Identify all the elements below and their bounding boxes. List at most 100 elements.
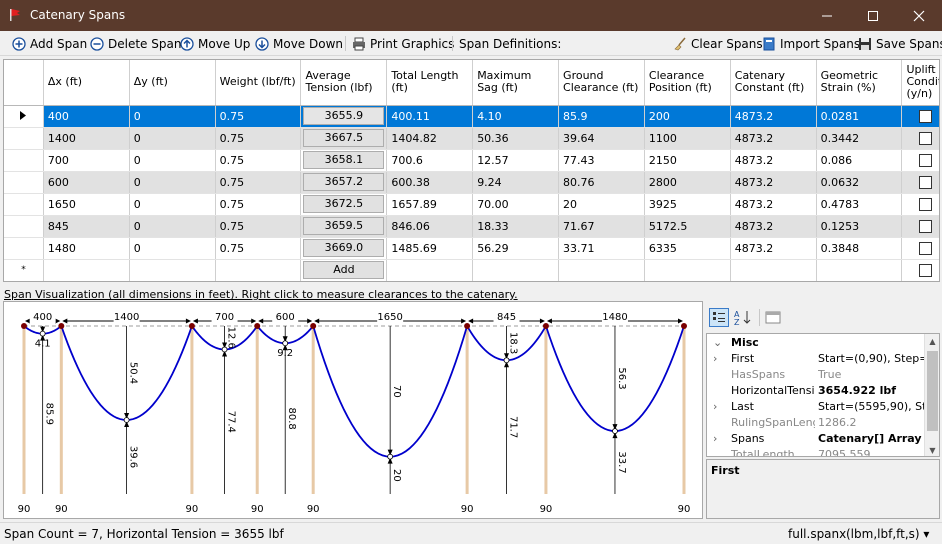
table-cell[interactable]: 0.3848 — [816, 237, 903, 260]
table-cell[interactable]: 4873.2 — [730, 237, 817, 260]
table-cell[interactable] — [386, 259, 474, 281]
table-cell[interactable]: 400.11 — [386, 105, 474, 128]
table-cell[interactable] — [730, 259, 817, 281]
table-cell[interactable]: 200 — [644, 105, 731, 128]
expand-icon[interactable]: › — [713, 352, 717, 365]
table-row[interactable]: 700 0 0.75 3658.1 700.6 12.57 77.43 2150 4873.2 0… — [4, 149, 939, 172]
table-cell[interactable] — [43, 259, 130, 281]
average-tension-cell[interactable]: 3667.5 — [300, 127, 388, 150]
table-cell[interactable]: 4873.2 — [730, 171, 817, 194]
table-cell[interactable]: 0.75 — [215, 105, 302, 128]
row-header[interactable] — [4, 105, 44, 128]
table-cell[interactable]: 0 — [129, 171, 216, 194]
table-row[interactable]: 1480 0 0.75 3669.0 1485.69 56.29 33.71 6335 4873… — [4, 237, 939, 260]
average-tension-button[interactable]: 3667.5 — [303, 129, 385, 147]
low-point-marker[interactable] — [612, 428, 618, 434]
column-header[interactable]: Geometric Strain (%) — [816, 60, 903, 106]
table-cell[interactable]: 50.36 — [472, 127, 560, 150]
table-cell[interactable]: 0.0281 — [816, 105, 903, 128]
table-cell[interactable]: 56.29 — [472, 237, 560, 260]
uplift-checkbox[interactable] — [919, 219, 933, 233]
property-pages-button[interactable] — [763, 308, 783, 327]
column-header[interactable]: Total Length (ft) — [386, 60, 474, 106]
average-tension-button[interactable]: 3655.9 — [303, 107, 385, 125]
row-header[interactable] — [4, 237, 44, 260]
table-row[interactable]: 600 0 0.75 3657.2 600.38 9.24 80.76 2800 4873.2 0… — [4, 171, 939, 194]
table-cell[interactable] — [472, 259, 560, 281]
uplift-cell[interactable] — [901, 215, 939, 238]
uplift-checkbox[interactable] — [919, 241, 933, 255]
table-cell[interactable]: 0 — [129, 105, 216, 128]
average-tension-cell[interactable]: 3658.1 — [300, 149, 388, 172]
column-header[interactable]: Clearance Position (ft) — [644, 60, 731, 106]
low-point-marker[interactable] — [282, 340, 289, 347]
collapse-icon[interactable]: ⌄ — [713, 336, 722, 349]
uplift-checkbox[interactable] — [919, 263, 933, 277]
row-header[interactable] — [4, 149, 44, 172]
uplift-checkbox[interactable] — [919, 197, 933, 211]
support-node[interactable] — [681, 323, 687, 329]
table-cell[interactable]: 400 — [43, 105, 130, 128]
new-row[interactable]: * Add — [4, 259, 939, 281]
support-node[interactable] — [310, 323, 317, 329]
uplift-cell[interactable] — [901, 105, 939, 128]
average-tension-cell[interactable]: 3669.0 — [300, 237, 388, 260]
table-cell[interactable]: 1657.89 — [386, 193, 474, 216]
maximize-button[interactable] — [850, 0, 896, 31]
average-tension-button[interactable]: 3657.2 — [303, 173, 385, 191]
row-header[interactable] — [4, 215, 44, 238]
low-point-marker[interactable] — [387, 453, 394, 460]
average-tension-cell[interactable]: 3655.9 — [300, 105, 388, 128]
table-cell[interactable]: 0.0632 — [816, 171, 903, 194]
save-spans-button[interactable]: Save Spans — [858, 35, 942, 52]
table-cell[interactable]: 6335 — [644, 237, 731, 260]
property-grid[interactable]: ⌄ Misc › First Start=(0,90), Step=(400,0) H… — [706, 333, 940, 457]
column-header[interactable]: Ground Clearance (ft) — [558, 60, 645, 106]
scroll-thumb[interactable] — [927, 351, 938, 431]
table-cell[interactable]: 80.76 — [558, 171, 645, 194]
average-tension-button[interactable]: 3659.5 — [303, 217, 385, 235]
uplift-cell[interactable] — [901, 149, 939, 172]
table-cell[interactable]: 846.06 — [386, 215, 474, 238]
table-cell[interactable]: 0 — [129, 127, 216, 150]
table-cell[interactable]: 4873.2 — [730, 149, 817, 172]
property-value[interactable]: Catenary[] Array — [818, 432, 928, 445]
property-row[interactable]: › Last Start=(5595,90), Step=(1480,0) — [707, 400, 939, 416]
table-cell[interactable]: 0.086 — [816, 149, 903, 172]
property-row[interactable]: › Spans Catenary[] Array — [707, 432, 939, 448]
close-button[interactable] — [896, 0, 942, 31]
average-tension-cell[interactable]: 3659.5 — [300, 215, 388, 238]
uplift-cell[interactable] — [901, 127, 939, 150]
average-tension-button[interactable]: 3672.5 — [303, 195, 385, 213]
table-cell[interactable]: 5172.5 — [644, 215, 731, 238]
table-cell[interactable]: 4873.2 — [730, 105, 817, 128]
table-cell[interactable] — [129, 259, 216, 281]
column-header[interactable]: Δx (ft) — [43, 60, 130, 106]
spans-grid[interactable]: Δx (ft) Δy (ft) Weight (lbf/ft) Average Ten… — [3, 59, 940, 282]
property-value[interactable]: 1286.2 — [818, 416, 928, 429]
uplift-cell[interactable] — [901, 193, 939, 216]
table-cell[interactable]: 70.00 — [472, 193, 560, 216]
table-cell[interactable]: 0.75 — [215, 193, 302, 216]
table-cell[interactable]: 1400 — [43, 127, 130, 150]
support-node[interactable] — [464, 323, 471, 329]
table-cell[interactable]: 0.75 — [215, 215, 302, 238]
table-cell[interactable] — [644, 259, 731, 281]
property-value[interactable]: 3654.922 lbf — [818, 384, 928, 397]
row-header[interactable] — [4, 127, 44, 150]
column-header[interactable]: Average Tension (lbf) — [300, 60, 388, 106]
uplift-checkbox[interactable] — [919, 175, 933, 189]
move-down-button[interactable]: Move Down — [255, 35, 343, 52]
table-cell[interactable]: 9.24 — [472, 171, 560, 194]
support-node[interactable] — [188, 323, 195, 329]
table-cell[interactable]: 0.1253 — [816, 215, 903, 238]
uplift-cell[interactable] — [901, 237, 939, 260]
scroll-down-icon[interactable]: ▼ — [925, 443, 939, 456]
property-value[interactable]: 7095.559 — [818, 448, 928, 456]
print-graphics-button[interactable]: Print Graphics — [352, 35, 454, 52]
average-tension-button[interactable]: 3658.1 — [303, 151, 385, 169]
table-cell[interactable]: 4.10 — [472, 105, 560, 128]
table-cell[interactable]: 0.75 — [215, 171, 302, 194]
delete-span-button[interactable]: Delete Span — [90, 35, 181, 52]
scroll-up-icon[interactable]: ▲ — [925, 334, 939, 349]
